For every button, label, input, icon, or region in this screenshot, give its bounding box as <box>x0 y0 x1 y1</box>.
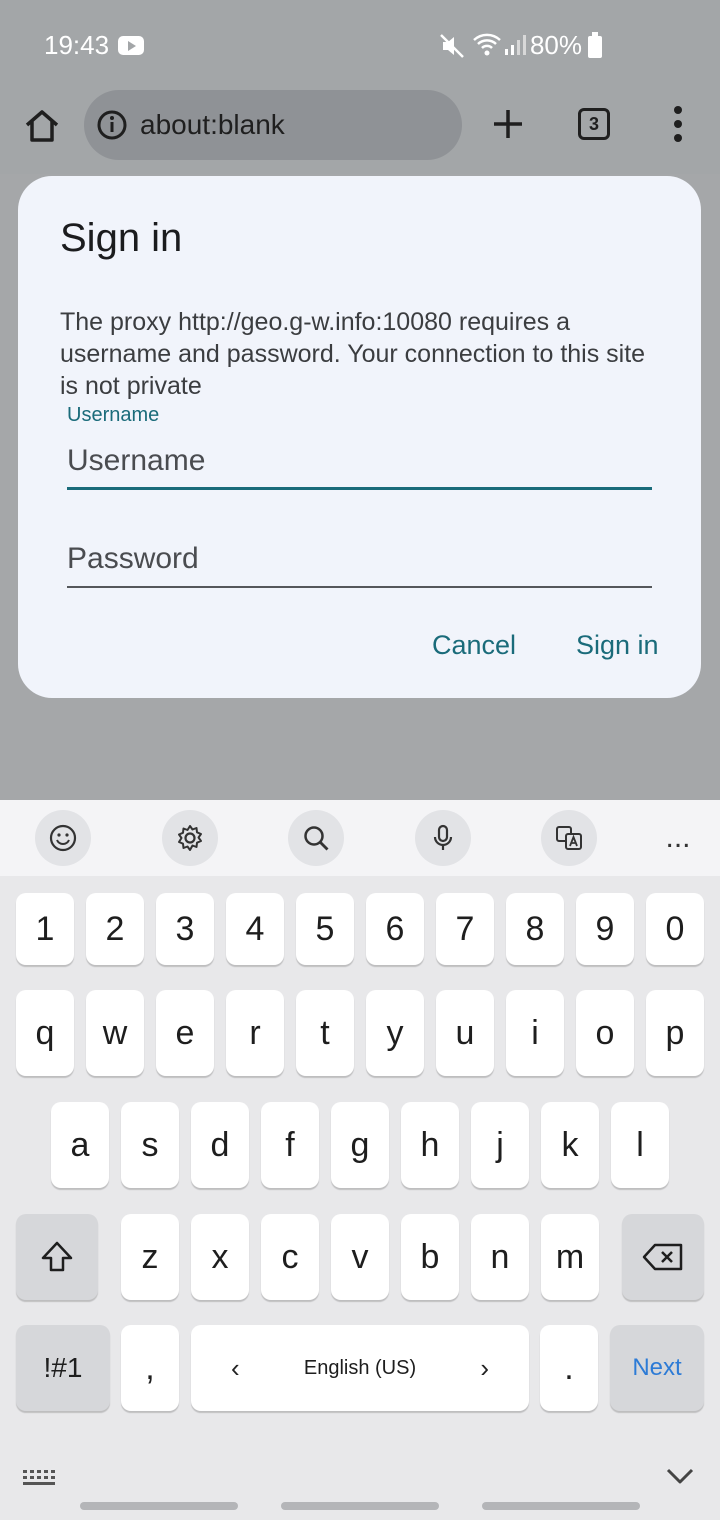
dialog-message: The proxy http://geo.g-w.info:10080 requ… <box>60 308 646 400</box>
keyboard: ... 1 2 3 4 5 6 7 8 9 0 q w e r t y u i … <box>0 800 720 1520</box>
key-6[interactable]: 6 <box>366 893 424 965</box>
keyboard-toolbar: ... <box>0 800 720 876</box>
new-tab-button[interactable] <box>486 102 530 146</box>
cancel-button[interactable]: Cancel <box>432 630 516 661</box>
key-u[interactable]: u <box>436 990 494 1076</box>
key-s[interactable]: s <box>121 1102 179 1188</box>
translate-button[interactable] <box>541 810 597 866</box>
key-p[interactable]: p <box>646 990 704 1076</box>
symbols-key[interactable]: !#1 <box>16 1325 110 1411</box>
cursor-left-icon[interactable]: ‹ <box>231 1353 240 1384</box>
key-m[interactable]: m <box>541 1214 599 1300</box>
settings-icon <box>178 825 202 851</box>
translate-icon <box>556 826 582 850</box>
dialog-title: Sign in <box>60 216 183 260</box>
shift-icon <box>41 1241 73 1272</box>
comma-key[interactable]: , <box>121 1325 179 1411</box>
nav-bar-right[interactable] <box>482 1502 640 1510</box>
backspace-icon <box>642 1243 683 1271</box>
status-time: 19:43 <box>44 30 110 60</box>
nav-bar-left[interactable] <box>80 1502 238 1510</box>
key-x[interactable]: x <box>191 1214 249 1300</box>
key-y[interactable]: y <box>366 990 424 1076</box>
key-i[interactable]: i <box>506 990 564 1076</box>
username-label: Username <box>67 404 160 426</box>
backspace-key[interactable] <box>622 1214 704 1300</box>
more-options-icon[interactable] <box>660 102 696 146</box>
key-c[interactable]: c <box>261 1214 319 1300</box>
key-j[interactable]: j <box>471 1102 529 1188</box>
period-key[interactable]: . <box>540 1325 598 1411</box>
key-4[interactable]: 4 <box>226 893 284 965</box>
next-key[interactable]: Next <box>610 1325 704 1411</box>
address-bar[interactable]: about:blank <box>84 90 462 160</box>
status-bar: 19:43 80% <box>0 0 720 88</box>
hide-keyboard-icon[interactable] <box>664 1464 696 1488</box>
username-input[interactable]: Username <box>67 442 652 490</box>
key-o[interactable]: o <box>576 990 634 1076</box>
mute-icon <box>440 34 464 58</box>
home-icon <box>25 110 59 142</box>
key-5[interactable]: 5 <box>296 893 354 965</box>
info-icon[interactable] <box>96 109 128 141</box>
key-q[interactable]: q <box>16 990 74 1076</box>
key-z[interactable]: z <box>121 1214 179 1300</box>
key-w[interactable]: w <box>86 990 144 1076</box>
sign-in-button[interactable]: Sign in <box>576 630 659 661</box>
key-l[interactable]: l <box>611 1102 669 1188</box>
emoji-icon <box>49 824 77 852</box>
key-7[interactable]: 7 <box>436 893 494 965</box>
youtube-notification-icon <box>118 36 144 55</box>
password-placeholder: Password <box>67 542 199 575</box>
cursor-right-icon[interactable]: › <box>480 1353 489 1384</box>
key-t[interactable]: t <box>296 990 354 1076</box>
wifi-icon <box>473 33 501 56</box>
keyboard-settings-button[interactable] <box>162 810 218 866</box>
key-b[interactable]: b <box>401 1214 459 1300</box>
key-g[interactable]: g <box>331 1102 389 1188</box>
key-n[interactable]: n <box>471 1214 529 1300</box>
key-3[interactable]: 3 <box>156 893 214 965</box>
nav-bar-home[interactable] <box>281 1502 439 1510</box>
key-v[interactable]: v <box>331 1214 389 1300</box>
key-1[interactable]: 1 <box>16 893 74 965</box>
emoji-button[interactable] <box>35 810 91 866</box>
signal-icon <box>505 35 526 55</box>
key-a[interactable]: a <box>51 1102 109 1188</box>
space-key[interactable]: ‹ English (US) › <box>191 1325 529 1411</box>
password-input[interactable]: Password <box>67 540 652 588</box>
key-h[interactable]: h <box>401 1102 459 1188</box>
key-0[interactable]: 0 <box>646 893 704 965</box>
search-icon <box>304 826 329 851</box>
battery-percentage: 80% <box>529 30 582 60</box>
space-key-label: English (US) <box>303 1356 417 1379</box>
key-e[interactable]: e <box>156 990 214 1076</box>
key-f[interactable]: f <box>261 1102 319 1188</box>
sign-in-dialog: Sign in The proxy http://geo.g-w.info:10… <box>18 176 701 698</box>
battery-icon <box>588 32 602 58</box>
keyboard-switch-icon[interactable] <box>22 1468 56 1488</box>
url-text: about:blank <box>140 109 285 140</box>
browser-toolbar: about:blank 3 <box>0 88 720 174</box>
voice-input-button[interactable] <box>415 810 471 866</box>
key-r[interactable]: r <box>226 990 284 1076</box>
tab-switcher-button[interactable]: 3 <box>578 108 610 140</box>
microphone-icon <box>433 824 453 850</box>
key-k[interactable]: k <box>541 1102 599 1188</box>
key-2[interactable]: 2 <box>86 893 144 965</box>
key-9[interactable]: 9 <box>576 893 634 965</box>
keyboard-more-button[interactable]: ... <box>650 810 706 866</box>
shift-key[interactable] <box>16 1214 98 1300</box>
key-d[interactable]: d <box>191 1102 249 1188</box>
keyboard-search-button[interactable] <box>288 810 344 866</box>
key-8[interactable]: 8 <box>506 893 564 965</box>
username-placeholder: Username <box>67 444 206 477</box>
home-button[interactable] <box>20 104 64 148</box>
